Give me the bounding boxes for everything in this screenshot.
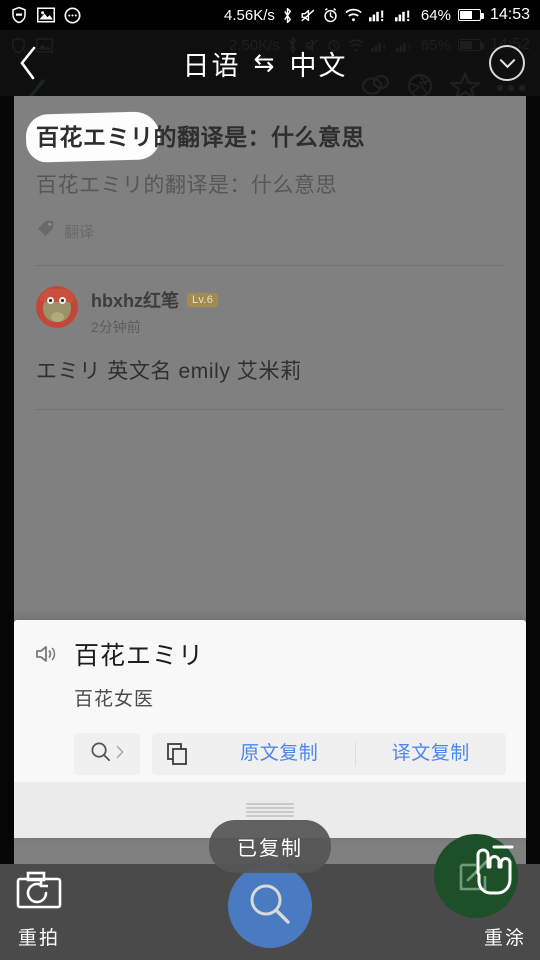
search-icon bbox=[247, 881, 293, 932]
phone-screen: 2.50K/s ! ! 65% bbox=[0, 0, 540, 960]
status-left-icons bbox=[10, 6, 81, 24]
target-language[interactable]: 中文 bbox=[289, 44, 347, 83]
repaint-button[interactable]: 重涂 bbox=[484, 923, 526, 950]
network-speed: 4.56K/s bbox=[224, 6, 275, 24]
answer-block: hbxhz红笔 Lv.6 2分钟前 エミリ 英文名 emily 艾米莉 bbox=[14, 266, 526, 411]
camera-retake-icon bbox=[16, 871, 62, 917]
collapse-button[interactable] bbox=[474, 45, 540, 81]
hand-pointer-cursor bbox=[462, 837, 518, 902]
question-subtitle: 百花エミリ的翻译是：什么意思 bbox=[36, 174, 337, 198]
search-fab[interactable] bbox=[228, 864, 312, 948]
bottom-toolbar: 重拍 重涂 bbox=[0, 834, 540, 960]
repaint-label: 重涂 bbox=[483, 928, 526, 949]
copy-translation-button[interactable]: 译文复制 bbox=[356, 740, 507, 768]
chevron-right-icon bbox=[116, 745, 124, 764]
answer-text: エミリ 英文名 emily 艾米莉 bbox=[36, 360, 302, 384]
source-language[interactable]: 日语 bbox=[183, 44, 241, 83]
question-block: 百花エミリ的翻译是：什么意思 百花エミリ的翻译是：什么意思 翻译 bbox=[14, 96, 526, 267]
level-badge: Lv.6 bbox=[187, 293, 219, 308]
answer-name-row: hbxhz红笔 Lv.6 bbox=[91, 287, 219, 313]
swap-languages-icon[interactable]: ⇆ bbox=[254, 48, 277, 78]
source-text: 百花エミリ bbox=[74, 642, 205, 670]
wifi-icon bbox=[345, 8, 362, 22]
search-button[interactable] bbox=[74, 733, 140, 775]
translation-sheet-body: 百花エミリ 百花女医 原文复制 译文复制 bbox=[14, 620, 526, 775]
battery-percent: 64% bbox=[420, 6, 451, 24]
answer-header: hbxhz红笔 Lv.6 2分钟前 bbox=[36, 286, 504, 337]
drag-handle[interactable] bbox=[246, 803, 294, 817]
alarm-icon bbox=[323, 7, 338, 23]
back-button[interactable] bbox=[0, 30, 56, 96]
question-title-text: 百花エミリ的翻译是：什么意思 bbox=[36, 124, 365, 150]
gallery-icon bbox=[37, 7, 55, 23]
answer-divider bbox=[36, 409, 504, 411]
answer-timestamp: 2分钟前 bbox=[91, 319, 141, 336]
copy-source-button[interactable]: 原文复制 bbox=[204, 740, 355, 768]
translate-header: 日语 ⇆ 中文 bbox=[0, 30, 540, 96]
status-right: 4.56K/s 64% 14:53 bbox=[224, 6, 530, 24]
username[interactable]: hbxhz红笔 bbox=[91, 287, 179, 313]
answer-meta: hbxhz红笔 Lv.6 2分钟前 bbox=[91, 286, 219, 337]
battery-icon bbox=[457, 9, 484, 21]
signal-2-icon bbox=[394, 8, 414, 22]
copy-icon[interactable] bbox=[152, 742, 204, 766]
dots-circle-icon bbox=[64, 6, 81, 24]
language-pair[interactable]: 日语 ⇆ 中文 bbox=[56, 44, 474, 83]
chevron-down-circle-icon bbox=[489, 45, 525, 81]
tag-label: 翻译 bbox=[64, 223, 95, 241]
shield-icon bbox=[10, 6, 28, 24]
tag-icon bbox=[36, 219, 55, 243]
mute-icon bbox=[300, 8, 316, 23]
status-bar: 4.56K/s 64% 14:53 bbox=[0, 0, 540, 30]
search-icon bbox=[90, 741, 111, 767]
clock: 14:53 bbox=[489, 6, 530, 23]
retake-label: 重拍 bbox=[17, 928, 60, 949]
avatar[interactable] bbox=[36, 286, 78, 329]
translated-text: 百花女医 bbox=[74, 689, 155, 710]
retake-button[interactable]: 重拍 bbox=[16, 871, 62, 950]
source-row: 百花エミリ bbox=[34, 636, 506, 672]
bluetooth-icon bbox=[282, 7, 293, 24]
question-title: 百花エミリ的翻译是：什么意思 bbox=[25, 111, 504, 163]
copy-button-group: 原文复制 译文复制 bbox=[152, 733, 506, 775]
toast-message: 已复制 bbox=[209, 820, 331, 873]
sheet-action-row: 原文复制 译文复制 bbox=[74, 733, 506, 775]
speaker-icon[interactable] bbox=[34, 644, 60, 664]
question-tag[interactable]: 翻译 bbox=[36, 219, 504, 243]
signal-1-icon bbox=[368, 8, 388, 22]
translation-sheet: 百花エミリ 百花女医 原文复制 译文复制 bbox=[14, 620, 526, 838]
